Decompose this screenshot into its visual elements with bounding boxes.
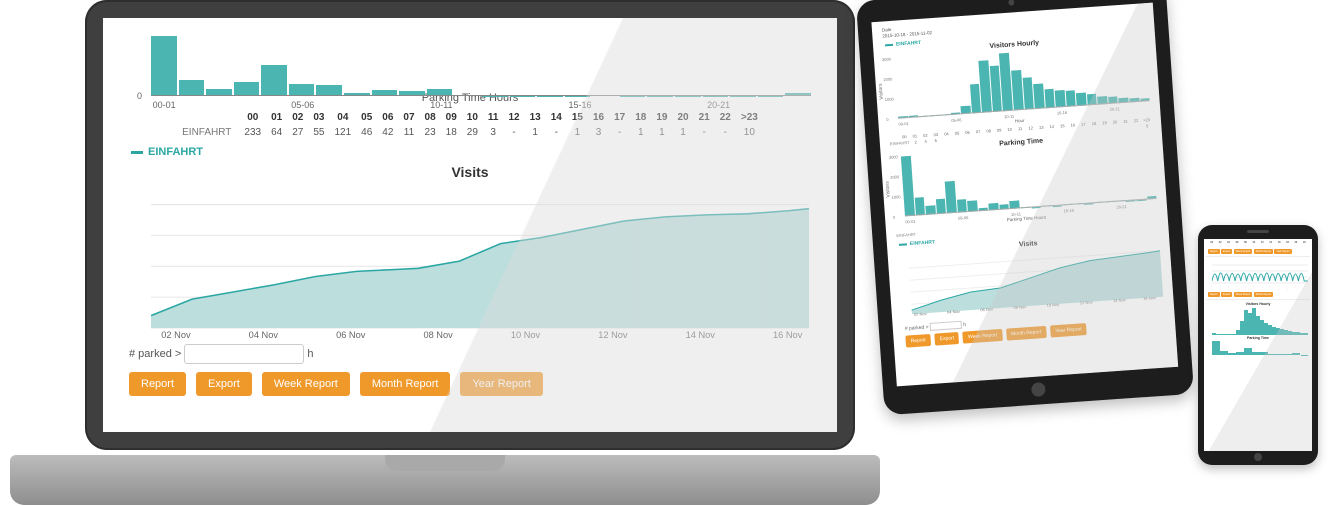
laptop-device: 0	[10, 0, 880, 505]
parking-time-chart	[1212, 341, 1308, 355]
svg-text:14 Nov: 14 Nov	[686, 330, 716, 338]
parking-time-title: Parking Time	[1206, 336, 1310, 340]
svg-text:02 Nov: 02 Nov	[161, 330, 191, 338]
parked-hours-input[interactable]	[184, 344, 304, 364]
svg-text:04 Nov: 04 Nov	[947, 309, 960, 315]
hours-table: 0001020304050607080910111213141516171819…	[177, 110, 763, 140]
svg-text:12 Nov: 12 Nov	[1080, 300, 1093, 306]
month-report-button[interactable]: Month Report	[360, 372, 451, 396]
laptop-screen: 0	[103, 18, 837, 432]
svg-text:16 Nov: 16 Nov	[1143, 295, 1156, 301]
export-button[interactable]: Export	[934, 332, 959, 346]
svg-text:12 Nov: 12 Nov	[598, 330, 628, 338]
phone-screen: 000204060810121416182022 ------------ Re…	[1204, 239, 1312, 451]
legend-einfahrt: EINFAHRT	[131, 146, 819, 158]
svg-text:06 Nov: 06 Nov	[980, 307, 993, 313]
year-report-button[interactable]: Year Report	[1050, 323, 1087, 338]
svg-text:10 Nov: 10 Nov	[511, 330, 541, 338]
tablet-device: Date 2015-10-18 - 2015-11-02 EINFAHRT Vi…	[856, 0, 1194, 415]
year-report-button[interactable]: Year Report	[1274, 249, 1291, 254]
parked-filter: # parked > h	[129, 344, 819, 364]
svg-text:06 Nov: 06 Nov	[336, 330, 366, 338]
svg-text:16 Nov: 16 Nov	[773, 330, 803, 338]
export-button[interactable]: Export	[1221, 249, 1232, 254]
month-report-button-2[interactable]: Month Report	[1254, 292, 1273, 297]
laptop-bezel: 0	[85, 0, 855, 450]
phone-line-chart	[1212, 259, 1308, 285]
tablet-screen: Date 2015-10-18 - 2015-11-02 EINFAHRT Vi…	[871, 3, 1178, 387]
week-report-button-2[interactable]: Week Report	[1234, 292, 1253, 297]
y-zero-label: 0	[137, 91, 142, 101]
year-report-button[interactable]: Year Report	[460, 372, 542, 396]
export-button-2[interactable]: Export	[1221, 292, 1232, 297]
svg-text:14 Nov: 14 Nov	[1113, 297, 1126, 303]
week-report-button[interactable]: Week Report	[1234, 249, 1253, 254]
visits-title: Visits	[121, 164, 819, 180]
parking-time-bar-chart: 0	[151, 36, 811, 96]
phone-device: 000204060810121416182022 ------------ Re…	[1198, 225, 1318, 465]
report-button-row: Report Export Week Report Month Report Y…	[1208, 249, 1308, 254]
svg-text:08 Nov: 08 Nov	[1013, 304, 1026, 310]
report-button[interactable]: Report	[905, 334, 931, 348]
export-button[interactable]: Export	[196, 372, 252, 396]
svg-text:04 Nov: 04 Nov	[249, 330, 279, 338]
parked-suffix: h	[307, 348, 313, 360]
svg-text:10 Nov: 10 Nov	[1046, 302, 1059, 308]
date-label: Date	[882, 27, 892, 33]
report-button-2[interactable]: Report	[1208, 292, 1220, 297]
parked-prefix: # parked >	[129, 348, 181, 360]
visits-area-chart: 800 600 400 200 02 Nov 04 Nov 06 Nov 08 …	[151, 184, 809, 334]
svg-text:400: 400	[908, 290, 909, 295]
laptop-base	[10, 455, 880, 505]
week-report-button[interactable]: Week Report	[963, 329, 1003, 344]
svg-text:08 Nov: 08 Nov	[423, 330, 453, 338]
table-row-label: EINFAHRT	[177, 125, 239, 140]
visitors-hourly-title: Visitors Hourly	[1206, 302, 1310, 306]
report-button[interactable]: Report	[129, 372, 186, 396]
svg-text:200: 200	[908, 302, 910, 307]
parked-hours-input[interactable]	[930, 321, 962, 331]
visitors-hourly-chart	[1212, 307, 1308, 335]
report-button-row: Report Export Week Report Month Report Y…	[129, 372, 819, 396]
report-button[interactable]: Report	[1208, 249, 1220, 254]
month-report-button[interactable]: Month Report	[1254, 249, 1273, 254]
week-report-button[interactable]: Week Report	[262, 372, 350, 396]
svg-text:02 Nov: 02 Nov	[914, 311, 927, 316]
month-report-button[interactable]: Month Report	[1006, 326, 1047, 341]
